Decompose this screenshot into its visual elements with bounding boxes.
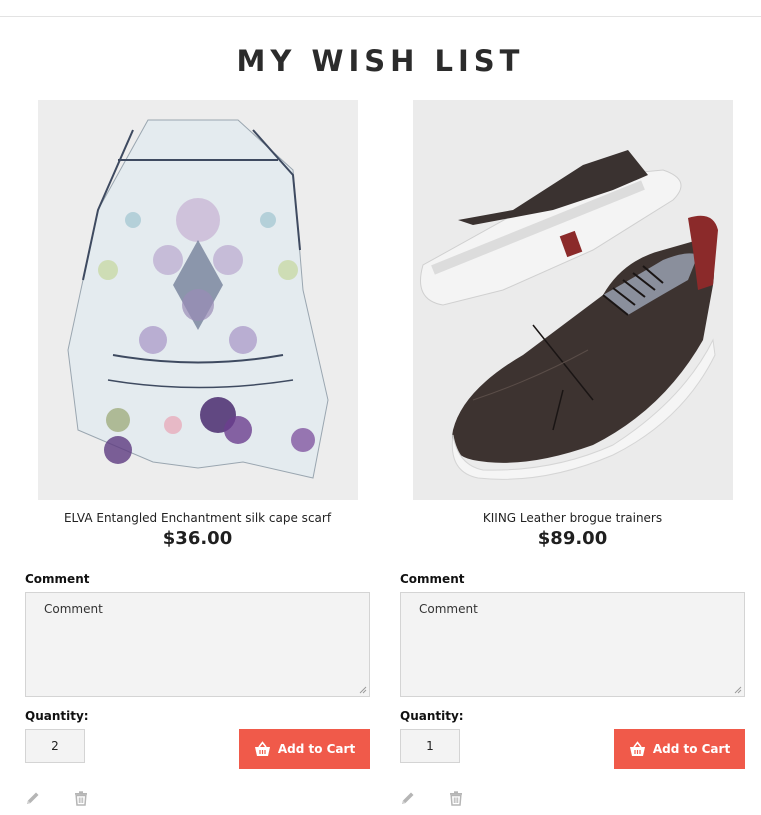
comment-label: Comment (25, 572, 90, 586)
basket-icon (254, 741, 270, 756)
product-image[interactable] (38, 100, 358, 500)
silk-cape-scarf-image (38, 100, 358, 500)
resize-grip-icon[interactable] (358, 685, 367, 694)
trash-icon[interactable] (448, 790, 464, 806)
add-to-cart-label: Add to Cart (277, 742, 356, 756)
pencil-icon[interactable] (25, 790, 41, 806)
wishlist-item: ELVA Entangled Enchantment silk cape sca… (25, 100, 370, 815)
add-to-cart-label: Add to Cart (652, 742, 731, 756)
page-title: MY WISH LIST (236, 44, 525, 78)
comment-field[interactable] (400, 592, 745, 697)
quantity-label: Quantity: (25, 709, 89, 723)
leather-trainers-image (413, 100, 733, 500)
quantity-input[interactable] (25, 729, 85, 763)
trash-icon[interactable] (73, 790, 89, 806)
pencil-icon[interactable] (400, 790, 416, 806)
wishlist-item: KIING Leather brogue trainers $89.00 Com… (400, 100, 745, 815)
product-price: $89.00 (537, 528, 608, 549)
comment-label: Comment (400, 572, 465, 586)
product-name[interactable]: ELVA Entangled Enchantment silk cape sca… (25, 511, 370, 525)
product-image[interactable] (413, 100, 733, 500)
add-to-cart-button[interactable]: Add to Cart (239, 729, 370, 769)
basket-icon (629, 741, 645, 756)
header-divider (0, 16, 761, 17)
resize-grip-icon[interactable] (733, 685, 742, 694)
quantity-input[interactable] (400, 729, 460, 763)
product-name[interactable]: KIING Leather brogue trainers (400, 511, 745, 525)
comment-field[interactable] (25, 592, 370, 697)
product-price: $36.00 (162, 528, 233, 549)
quantity-label: Quantity: (400, 709, 464, 723)
add-to-cart-button[interactable]: Add to Cart (614, 729, 745, 769)
